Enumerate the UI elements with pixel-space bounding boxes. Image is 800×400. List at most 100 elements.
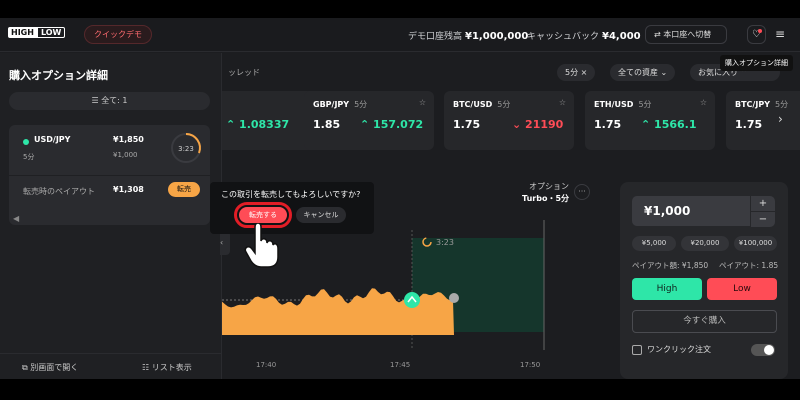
chart-timer: 3:23: [436, 238, 454, 247]
chevron-left-icon[interactable]: ‹: [220, 231, 230, 255]
highlow-logo[interactable]: HIGH LOW: [8, 27, 66, 38]
list-view-button[interactable]: ☷ リスト表示: [142, 362, 192, 373]
open-new-window-button[interactable]: ⧉ 別画面で開く: [22, 362, 78, 373]
preset-amount-button[interactable]: ¥100,000: [734, 236, 777, 251]
purchase-options-panel: 購入オプション詳細 ☰ 全て: 1 USD/JPY 5分 ¥1,850 ¥1,0…: [0, 53, 222, 379]
panel-filter-label: 全て: 1: [101, 96, 128, 105]
card-divider: [9, 175, 210, 176]
one-click-order: ワンクリック注文: [632, 344, 711, 355]
demo-balance: デモ口座残高 ¥1,000,000: [408, 29, 528, 42]
resell-button[interactable]: 転売: [168, 182, 200, 197]
filter-icon: ☰: [91, 96, 99, 105]
hamburger-menu-icon[interactable]: ≡: [775, 27, 785, 41]
current-price-dot: [449, 293, 459, 303]
entry-marker: [404, 292, 420, 308]
list-icon: ☷: [142, 363, 150, 372]
panel-footer: ⧉ 別画面で開く ☷ リスト表示: [0, 353, 222, 379]
one-click-toggle[interactable]: [751, 344, 775, 356]
status-dot: [23, 139, 29, 145]
trade-panel: ¥1,000 + − ¥5,000 ¥20,000 ¥100,000 ペイアウト…: [620, 182, 788, 379]
asset-card[interactable]: BTC/USD 5分 ☆ 1.75 ⌄ 21190: [444, 91, 574, 150]
filter-chip-assets-label: 全ての資産: [618, 68, 658, 77]
resell-payout-value: ¥1,308: [113, 185, 144, 194]
notification-dot: [758, 29, 762, 33]
high-button[interactable]: High: [632, 278, 702, 300]
asset-period: 5分: [354, 100, 368, 109]
switch-account-button[interactable]: ⇄ 本口座へ切替: [645, 25, 727, 44]
demo-balance-label: デモ口座残高: [408, 32, 463, 42]
asset-payout: 1.75: [453, 118, 481, 131]
asset-rate: ⌃ 1.08337: [226, 118, 290, 131]
resell-confirm-dialog: この取引を転売してもよろしいですか? 転売する キャンセル: [210, 182, 374, 234]
demo-balance-value: ¥1,000,000: [465, 31, 529, 42]
asset-card[interactable]: BTC/JPY5分 ☆ 1.75: [726, 91, 800, 150]
position-stake: ¥1,000: [113, 151, 138, 159]
low-button[interactable]: Low: [707, 278, 777, 300]
quick-demo-button[interactable]: クイックデモ: [84, 25, 152, 44]
chevron-down-icon: ⌄: [660, 68, 668, 77]
timer-ring: 3:23: [171, 133, 201, 163]
swap-icon: ⇄: [654, 30, 661, 39]
asset-rate-value: 1.08337: [239, 118, 290, 131]
asset-symbol: GBP/JPY: [313, 100, 350, 109]
top-bar: HIGH LOW クイックデモ デモ口座残高 ¥1,000,000 キャッシュバッ…: [0, 18, 800, 52]
asset-period: 5分: [638, 100, 652, 109]
position-payout: ¥1,850: [113, 135, 144, 144]
tooltip: 購入オプション詳細: [720, 55, 793, 71]
star-icon[interactable]: ☆: [700, 98, 707, 107]
open-new-window-label: 別画面で開く: [30, 363, 79, 372]
asset-symbol: BTC/USD: [453, 100, 493, 109]
close-icon[interactable]: ×: [581, 68, 588, 77]
asset-period: 5分: [774, 100, 789, 109]
hand-shape: [244, 223, 279, 268]
notification-button[interactable]: ♡: [747, 25, 766, 44]
preset-amount-button[interactable]: ¥5,000: [632, 236, 676, 251]
asset-card[interactable]: GBP/JPY 5分 ☆ 1.85 ⌃ 157.072: [304, 91, 434, 150]
asset-rate-value: 1566.1: [654, 118, 697, 131]
asset-rate: ⌄ 21190: [512, 118, 564, 131]
asset-payout: 1.75: [735, 118, 763, 131]
asset-period: 5分: [497, 100, 511, 109]
timer-text: 3:23: [178, 145, 194, 153]
position-expiry: 5分: [23, 153, 35, 161]
asset-name: BTC/JPY 5分: [735, 99, 788, 110]
resell-payout-label: 転売時のペイアウト: [23, 187, 95, 196]
asset-rate: ⌃ 157.072: [360, 118, 424, 131]
filter-chip-all-assets[interactable]: 全ての資産 ⌄: [610, 64, 676, 81]
one-click-icon: [632, 344, 642, 355]
toggle-knob: [764, 345, 774, 355]
asset-symbol: ETH/USD: [594, 100, 634, 109]
more-options-icon[interactable]: ···: [574, 184, 590, 200]
filter-chip-5min[interactable]: 5分 ×: [557, 64, 596, 81]
asset-symbol: BTC/JPY: [735, 100, 770, 109]
star-icon[interactable]: ☆: [419, 98, 426, 107]
asset-name: ETH/USD 5分: [594, 99, 652, 110]
confirm-resell-button[interactable]: 転売する: [234, 202, 292, 228]
asset-name: BTC/USD 5分: [453, 99, 510, 110]
asset-rate-value: 157.072: [373, 118, 424, 131]
x-tick: 17:50: [520, 361, 541, 369]
caret-left-icon[interactable]: ◀: [13, 214, 19, 223]
chevron-right-icon[interactable]: ›: [778, 112, 783, 126]
payout-rate: ペイアウト: 1.85: [719, 261, 779, 270]
external-link-icon: ⧉: [22, 363, 28, 372]
asset-card[interactable]: ETH/USD 5分 ☆ 1.75 ⌃ 1566.1: [585, 91, 715, 150]
star-icon[interactable]: ☆: [559, 98, 566, 107]
list-view-label: リスト表示: [151, 363, 192, 372]
preset-amount-button[interactable]: ¥20,000: [681, 236, 729, 251]
position-card[interactable]: USD/JPY 5分 ¥1,850 ¥1,000 3:23 転売時のペイアウト …: [9, 125, 210, 225]
option-type: Turbo・5分: [522, 194, 570, 203]
amount-input[interactable]: ¥1,000: [632, 196, 750, 226]
asset-rate: ⌃ 1566.1: [641, 118, 697, 131]
panel-filter[interactable]: ☰ 全て: 1: [9, 92, 210, 110]
decrease-button[interactable]: −: [751, 212, 775, 227]
increase-button[interactable]: +: [751, 196, 775, 211]
payout-amount: ペイアウト額: ¥1,850: [632, 261, 709, 270]
position-symbol: USD/JPY: [34, 135, 71, 144]
asset-payout: 1.75: [594, 118, 622, 131]
app-screen: HIGH LOW クイックデモ デモ口座残高 ¥1,000,000 キャッシュバッ…: [0, 18, 800, 379]
buy-now-button[interactable]: 今すぐ購入: [632, 310, 777, 333]
cashback: キャッシュバック ¥4,000: [527, 29, 641, 42]
cancel-button[interactable]: キャンセル: [296, 207, 346, 223]
pointer-hand-icon: [244, 223, 279, 268]
